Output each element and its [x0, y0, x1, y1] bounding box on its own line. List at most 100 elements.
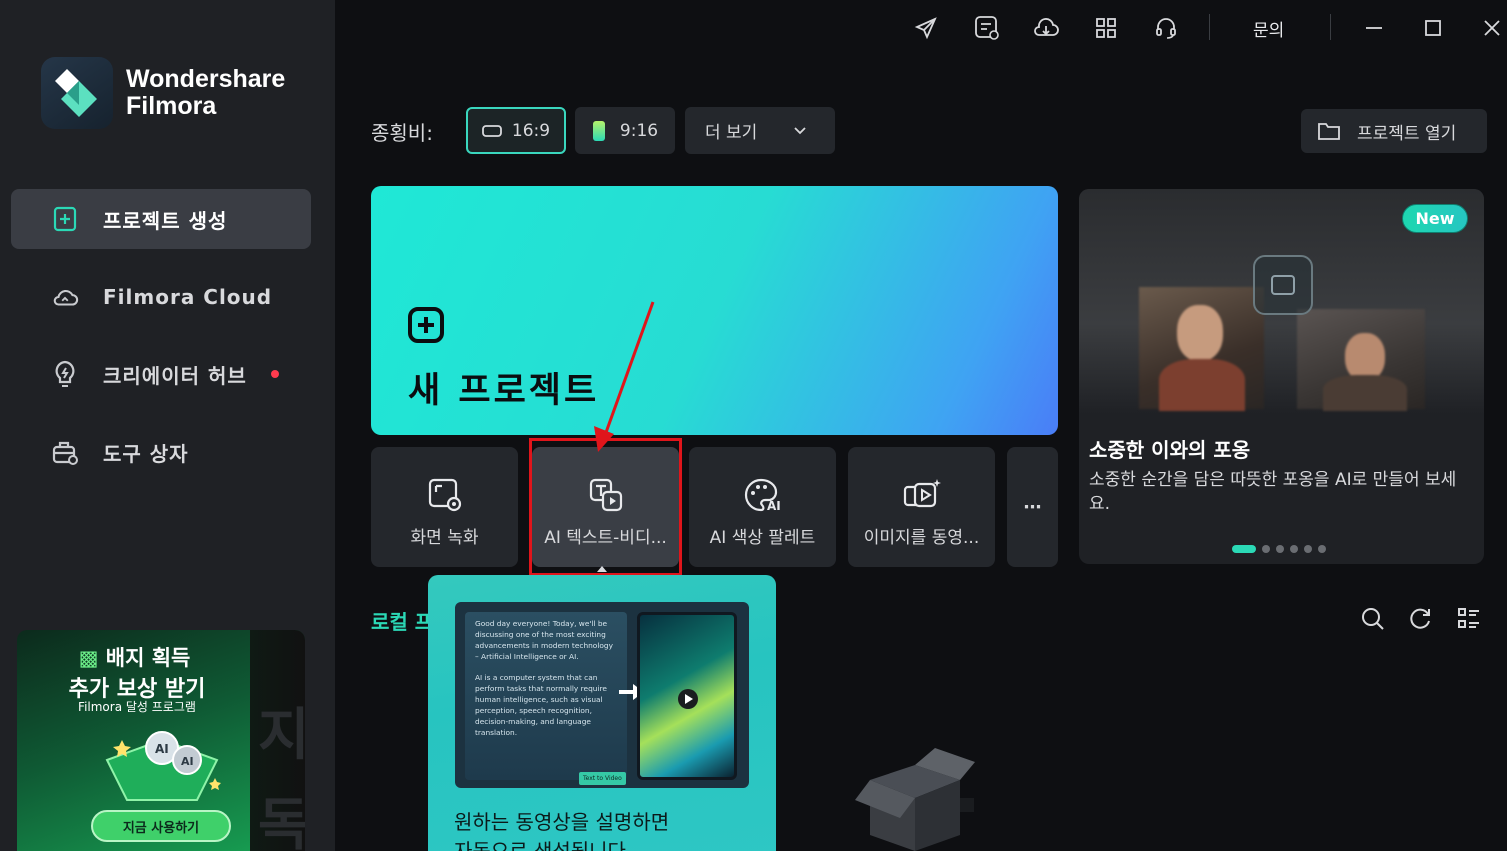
- tool-label: 이미지를 동영...: [863, 528, 980, 548]
- highlight-box: [529, 438, 682, 576]
- carousel-dot[interactable]: [1290, 545, 1298, 553]
- carousel-dot[interactable]: [1304, 545, 1312, 553]
- brand-name: Wondershare Filmora: [126, 66, 285, 120]
- empty-box-icon: [855, 748, 975, 851]
- tool-screen-record[interactable]: 화면 녹화: [371, 447, 518, 567]
- sidebar-item-toolbox[interactable]: 도구 상자: [11, 422, 311, 482]
- local-projects-label: 로컬 프: [371, 610, 434, 634]
- aspect-option-label: 9:16: [619, 120, 659, 141]
- reward-badges-icon: AI AI: [105, 731, 221, 801]
- landscape-icon: [482, 124, 502, 137]
- text-to-video-tag: Text to Video: [579, 772, 626, 785]
- sidebar-item-create-project[interactable]: 프로젝트 생성: [11, 189, 311, 249]
- add-icon: [408, 307, 444, 343]
- sidebar-item-label: 크리에이터 허브: [103, 363, 247, 388]
- titlebar-divider: [1330, 14, 1331, 40]
- open-project-label: 프로젝트 열기: [1357, 123, 1457, 144]
- image-to-video-icon: [902, 477, 942, 513]
- new-project-card[interactable]: 새 프로젝트: [371, 186, 1058, 435]
- aspect-16-9-button[interactable]: 16:9: [466, 107, 566, 154]
- more-label: 더 보기: [705, 123, 758, 143]
- portrait-icon: [592, 120, 605, 141]
- lightbulb-icon: [51, 360, 79, 388]
- ai-frame-icon: [1253, 255, 1313, 315]
- preview-doc-paragraph: AI is a computer system that can perform…: [475, 673, 607, 737]
- aspect-option-label: 16:9: [511, 120, 551, 141]
- sidebar-item-filmora-cloud[interactable]: Filmora Cloud: [11, 267, 311, 327]
- close-icon[interactable]: [1478, 14, 1506, 42]
- cloud-download-icon[interactable]: [1032, 14, 1060, 42]
- open-project-button[interactable]: 프로젝트 열기: [1301, 109, 1487, 153]
- sidebar-item-label: Filmora Cloud: [103, 285, 273, 309]
- tool-label: 화면 녹화: [410, 528, 479, 548]
- tool-label: AI 색상 팔레트: [709, 528, 816, 548]
- carousel-dot[interactable]: [1318, 545, 1326, 553]
- filmora-logo-icon: [55, 69, 97, 117]
- promo-headline-text: 배지 획득: [105, 646, 191, 670]
- list-view-icon[interactable]: [1456, 606, 1482, 632]
- carousel-dot[interactable]: [1262, 545, 1270, 553]
- svg-text:AI: AI: [181, 755, 194, 768]
- screen-record-icon: [427, 477, 463, 513]
- brand-line1: Wondershare: [126, 65, 286, 93]
- refresh-icon[interactable]: [1407, 606, 1433, 632]
- new-project-icon: [51, 205, 79, 233]
- tooltip-caret: [597, 566, 607, 572]
- carousel-pagination[interactable]: [1232, 545, 1326, 553]
- photo-left: [1139, 287, 1264, 411]
- promo-headline: ▩ 배지 획득: [17, 642, 252, 672]
- play-icon: [678, 689, 698, 709]
- sidebar: Wondershare Filmora 프로젝트 생성 Filmora Clou…: [0, 0, 335, 851]
- search-icon[interactable]: [1360, 606, 1386, 632]
- gift-icon: ▩: [78, 646, 99, 670]
- tool-ai-color-palette[interactable]: AI AI 색상 팔레트: [689, 447, 836, 567]
- send-icon[interactable]: [912, 14, 940, 42]
- promo-side-strip: 지 독: [250, 630, 305, 851]
- svg-text:AI: AI: [155, 742, 169, 756]
- tool-image-to-video[interactable]: 이미지를 동영...: [848, 447, 995, 567]
- ai-color-palette-icon: AI: [743, 477, 783, 513]
- folder-icon: [1318, 123, 1340, 140]
- promo-banner[interactable]: 지 독 ▩ 배지 획득 추가 보상 받기 Filmora 달성 프로그램 AI …: [17, 630, 305, 851]
- tooltip-line: 자동으로 생성됩니다: [454, 839, 626, 851]
- preview-doc-paragraph: Good day everyone! Today, we'll be discu…: [475, 619, 613, 661]
- aspect-9-16-button[interactable]: 9:16: [575, 107, 675, 154]
- inquiry-link[interactable]: 문의: [1253, 16, 1284, 41]
- preview-document: Good day everyone! Today, we'll be discu…: [465, 612, 627, 785]
- new-project-title: 새 프로젝트: [408, 371, 600, 411]
- carousel-dot[interactable]: [1232, 545, 1256, 553]
- minimize-icon[interactable]: [1360, 14, 1388, 42]
- sidebar-item-label: 도구 상자: [103, 441, 189, 466]
- more-dots-icon: ⋯: [1023, 496, 1042, 518]
- carousel-dot[interactable]: [1276, 545, 1284, 553]
- feature-tooltip-popup: Good day everyone! Today, we'll be discu…: [428, 575, 776, 851]
- feedback-icon[interactable]: [973, 14, 1001, 42]
- aspect-ratio-label: 종횡비:: [371, 121, 433, 145]
- tooltip-description: 원하는 동영상을 설명하면 자동으로 생성됩니다: [454, 808, 669, 851]
- titlebar-divider: [1209, 14, 1210, 40]
- promo-use-now-button[interactable]: 지금 사용하기: [91, 810, 231, 842]
- promo-side-text: 독: [258, 793, 305, 851]
- annotation-arrow-icon: [594, 301, 655, 452]
- sidebar-item-label: 프로젝트 생성: [103, 208, 228, 233]
- cloud-icon: [51, 283, 79, 311]
- tooltip-line: 원하는 동영상을 설명하면: [454, 810, 670, 834]
- carousel-title: 소중한 이와의 포옹: [1089, 438, 1251, 462]
- filmora-logo: [41, 57, 113, 129]
- notification-dot: [270, 370, 279, 378]
- tooltip-preview: Good day everyone! Today, we'll be discu…: [455, 602, 749, 788]
- aspect-more-dropdown[interactable]: 더 보기: [685, 107, 835, 154]
- toolbox-icon: [51, 438, 79, 466]
- brand-line2: Filmora: [126, 92, 217, 120]
- new-badge: New: [1402, 204, 1468, 233]
- chevron-down-icon: [794, 126, 806, 134]
- photo-right: [1297, 309, 1425, 411]
- headset-icon[interactable]: [1152, 14, 1180, 42]
- more-tools-button[interactable]: ⋯: [1007, 447, 1058, 567]
- preview-video: [637, 612, 737, 780]
- maximize-icon[interactable]: [1419, 14, 1447, 42]
- apps-grid-icon[interactable]: [1092, 14, 1120, 42]
- sidebar-item-creator-hub[interactable]: 크리에이터 허브: [11, 344, 311, 404]
- promo-program-name: Filmora 달성 프로그램: [78, 700, 196, 714]
- carousel-description: 소중한 순간을 담은 따뜻한 포옹을 AI로 만들어 보세요.: [1089, 470, 1457, 514]
